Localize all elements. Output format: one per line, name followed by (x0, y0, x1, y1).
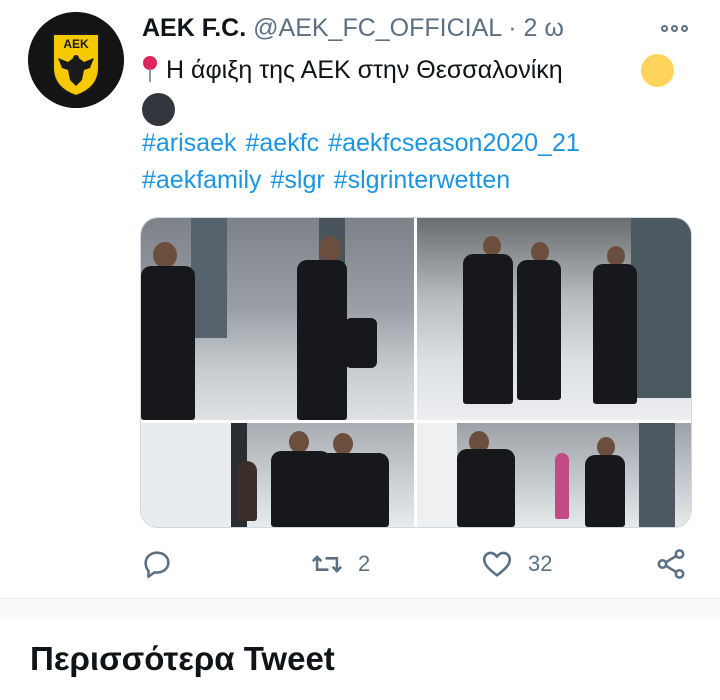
tweet-photo-1[interactable] (141, 218, 414, 420)
more-tweets-heading: Περισσότερα Tweet (30, 640, 335, 677)
heart-icon (482, 551, 512, 577)
reply-icon (144, 551, 170, 579)
tweet-text-line: Η άφιξη της ΑΕΚ στην Θεσσαλονίκη (142, 54, 563, 85)
retweet-button[interactable]: 2 (310, 540, 370, 588)
author-name[interactable]: AEK F.C. (142, 14, 246, 42)
reply-button[interactable] (140, 540, 188, 588)
hashtag-link[interactable]: #slgrinterwetten (334, 166, 510, 194)
aek-logo-icon: ΑΕΚ (28, 12, 124, 108)
avatar-label: ΑΕΚ (63, 37, 89, 51)
author-handle[interactable]: @AEK_FC_OFFICIAL (253, 14, 501, 42)
tweet-header: AEK F.C. @AEK_FC_OFFICIAL · 2 ω (142, 14, 564, 43)
hashtags-line-1: #arisaek #aekfc #aekfcseason2020_21 (142, 129, 589, 158)
media-grid (140, 217, 692, 528)
avatar[interactable]: ΑΕΚ (28, 12, 124, 108)
tweet-photo-4[interactable] (417, 423, 691, 527)
tweet-photo-2[interactable] (417, 218, 691, 420)
like-count: 32 (528, 551, 553, 576)
tweet-text: Η άφιξη της ΑΕΚ στην Θεσσαλονίκη (166, 56, 563, 84)
hashtag-link[interactable]: #slgr (271, 166, 325, 194)
hashtag-link[interactable]: #aekfc (246, 129, 320, 157)
hashtag-link[interactable]: #aekfamily (142, 166, 262, 194)
more-options-icon[interactable] (657, 18, 691, 38)
tweet: ΑΕΚ AEK F.C. @AEK_FC_OFFICIAL · 2 ω Η άφ… (0, 0, 720, 598)
yellow-circle-icon (641, 54, 674, 87)
like-button[interactable]: 32 (480, 540, 552, 588)
tweet-photo-3[interactable] (141, 423, 414, 527)
tweet-timestamp[interactable]: 2 ω (524, 14, 564, 42)
tweet-actions: 2 32 (0, 540, 720, 588)
share-icon (657, 549, 685, 579)
share-button[interactable] (654, 540, 688, 588)
separator-dot: · (508, 14, 517, 42)
round-pushpin-icon (142, 54, 158, 82)
black-circle-icon (142, 93, 175, 126)
hashtags-line-2: #aekfamily #slgr #slgrinterwetten (142, 166, 519, 195)
section-divider (0, 598, 720, 617)
retweet-icon (311, 555, 343, 573)
hashtag-link[interactable]: #arisaek (142, 129, 237, 157)
retweet-count: 2 (358, 551, 371, 576)
hashtag-link[interactable]: #aekfcseason2020_21 (328, 129, 580, 157)
